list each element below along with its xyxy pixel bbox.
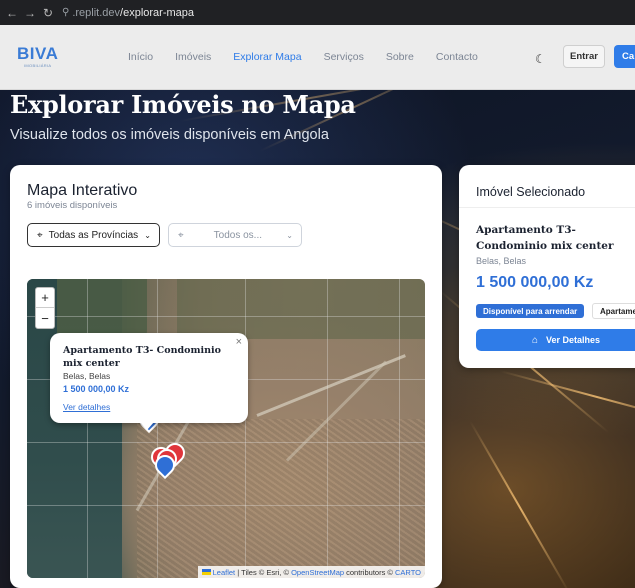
page-title: Explorar Imóveis no Mapa: [10, 90, 356, 119]
nav-imoveis[interactable]: Imóveis: [175, 51, 211, 63]
nav-explorar-mapa[interactable]: Explorar Mapa: [233, 51, 301, 63]
map-popup: × Apartamento T3- Condominio mix center …: [50, 333, 248, 423]
page-subtitle: Visualize todos os imóveis disponíveis e…: [10, 127, 329, 143]
logo[interactable]: BIVA IMOBILIÁRIA: [17, 45, 58, 68]
province-select-value: Todas as Províncias: [48, 229, 139, 241]
reload-icon[interactable]: ↻: [40, 6, 56, 20]
carto-link[interactable]: CARTO: [395, 568, 421, 577]
map-card: Mapa Interativo 6 imóveis disponíveis ⌖ …: [10, 165, 442, 588]
selected-property-card: Imóvel Selecionado Apartamento T3- Condo…: [459, 165, 635, 368]
popup-tip: [140, 422, 154, 430]
main-nav: Início Imóveis Explorar Mapa Serviços So…: [128, 51, 500, 63]
zoom-control: + −: [35, 287, 55, 329]
city-select[interactable]: ⌖ Todos os... ⌄: [168, 223, 302, 247]
home-icon: ⌂: [531, 334, 538, 346]
chevron-down-icon: ⌄: [286, 230, 293, 240]
nav-inicio[interactable]: Início: [128, 51, 153, 63]
property-location: Belas, Belas: [476, 256, 527, 266]
osm-link[interactable]: OpenStreetMap: [291, 568, 344, 577]
ukraine-flag-icon: [201, 569, 211, 575]
type-badge: Apartame: [592, 303, 635, 319]
province-select[interactable]: ⌖ Todas as Províncias ⌄: [27, 223, 160, 247]
logo-text: BIVA: [17, 44, 59, 63]
map-pin-icon: ⌖: [37, 229, 43, 241]
city-select-value: Todos os...: [213, 229, 262, 241]
site-info-icon[interactable]: ⚲: [62, 7, 69, 18]
popup-location: Belas, Belas: [63, 371, 111, 381]
view-details-label: Ver Detalhes: [546, 335, 601, 345]
attribution-contributors: contributors ©: [344, 567, 396, 577]
login-button[interactable]: Entrar: [563, 45, 605, 68]
selected-card-heading: Imóvel Selecionado: [476, 185, 586, 199]
property-count: 6 imóveis disponíveis: [27, 200, 118, 211]
moon-icon[interactable]: ☾: [535, 52, 546, 66]
close-icon[interactable]: ×: [236, 336, 242, 348]
register-button[interactable]: Ca: [614, 45, 635, 68]
map-pin-icon: ⌖: [178, 229, 184, 241]
map-attribution: Leaflet | Tiles © Esri, © OpenStreetMap …: [197, 566, 425, 578]
popup-title: Apartamento T3- Condominio mix center: [63, 345, 221, 369]
leaflet-link[interactable]: Leaflet: [213, 568, 236, 577]
nav-contacto[interactable]: Contacto: [436, 51, 478, 63]
status-badge: Disponível para arrendar: [476, 304, 585, 318]
chevron-down-icon: ⌄: [144, 230, 151, 240]
address-bar[interactable]: ⚲ .replit.dev/explorar-mapa: [62, 7, 194, 19]
view-details-button[interactable]: ⌂ Ver Detalhes: [476, 329, 635, 351]
site-header: BIVA IMOBILIÁRIA Início Imóveis Explorar…: [0, 25, 635, 90]
browser-toolbar: ← → ↻ ⚲ .replit.dev/explorar-mapa: [0, 0, 635, 25]
popup-price: 1 500 000,00 Kz: [63, 384, 130, 394]
arrow-right-icon[interactable]: →: [22, 6, 38, 20]
property-title: Apartamento T3- Condominio mix center: [476, 224, 614, 252]
attribution-tiles: | Tiles © Esri, ©: [235, 567, 292, 577]
interactive-map[interactable]: + − × Apartamento T3- Condominio mix cen…: [27, 279, 425, 578]
arrow-left-icon[interactable]: ←: [4, 6, 20, 20]
property-price: 1 500 000,00 Kz: [476, 274, 594, 291]
map-card-title: Mapa Interativo: [27, 182, 138, 199]
zoom-out-button[interactable]: −: [36, 308, 54, 328]
popup-details-link[interactable]: Ver detalhes: [63, 402, 110, 412]
logo-subtitle: IMOBILIÁRIA: [24, 63, 52, 68]
zoom-in-button[interactable]: +: [36, 288, 54, 308]
nav-servicos[interactable]: Serviços: [324, 51, 364, 63]
url-path: /explorar-mapa: [120, 6, 195, 19]
nav-sobre[interactable]: Sobre: [386, 51, 414, 63]
url-host: .replit.dev: [72, 6, 121, 19]
